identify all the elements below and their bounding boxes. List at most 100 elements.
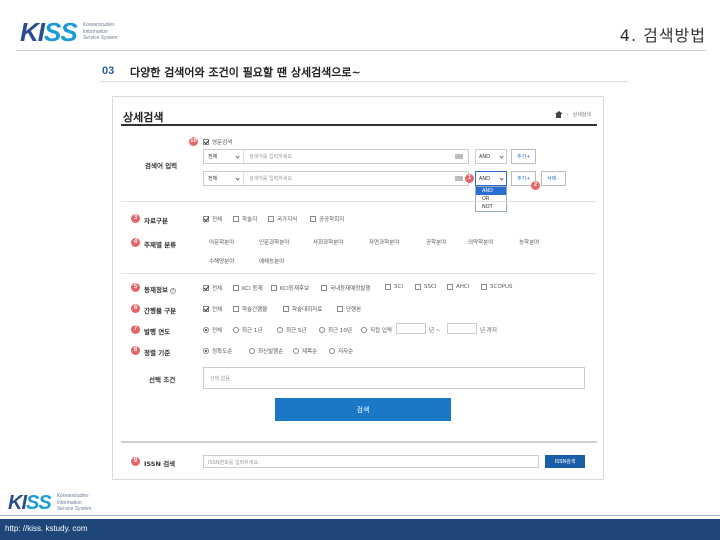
operator-option-not[interactable]: NOT: [476, 203, 506, 211]
checkbox[interactable]: [233, 285, 239, 291]
checkbox[interactable]: [310, 216, 316, 222]
publisher-option[interactable]: 학술간행물: [233, 305, 267, 313]
data-type-option[interactable]: 전체: [203, 215, 222, 223]
keyboard-icon[interactable]: [455, 176, 463, 181]
panel-title: 상세검색: [123, 111, 164, 124]
subject-item[interactable]: 자연과학분야: [369, 238, 399, 246]
checkbox[interactable]: [233, 216, 239, 222]
radio[interactable]: [203, 348, 209, 354]
radio[interactable]: [277, 327, 283, 333]
publisher-option[interactable]: 전체: [203, 305, 222, 313]
subject-item[interactable]: 인문과학분야: [259, 238, 289, 246]
checkbox[interactable]: [203, 306, 209, 312]
issn-label: ISSN 검색: [144, 460, 176, 468]
data-type-option[interactable]: 학술지: [233, 215, 257, 223]
index-option[interactable]: KCI 등재: [233, 284, 263, 292]
year-from-input[interactable]: [396, 323, 426, 334]
index-option[interactable]: SCOPUS: [481, 284, 513, 290]
year-option[interactable]: 최근 10년: [319, 326, 352, 334]
checkbox[interactable]: [447, 284, 453, 290]
radio[interactable]: [361, 327, 367, 333]
option-label: AHCI: [456, 284, 470, 290]
year-option[interactable]: 최근 1년: [233, 326, 262, 334]
sort-option[interactable]: 저자순: [329, 347, 353, 355]
query-input-1[interactable]: 검색어를 입력하세요.: [244, 153, 455, 160]
checkbox[interactable]: [385, 284, 391, 290]
subject-item[interactable]: 예체능분야: [259, 257, 284, 265]
checkbox[interactable]: [337, 306, 343, 312]
add-row-button[interactable]: 추가+: [511, 149, 537, 164]
operator-select-1[interactable]: AND: [475, 149, 507, 164]
panel-title-rule: [121, 124, 597, 126]
sort-option[interactable]: 최신발행순: [249, 347, 283, 355]
index-option[interactable]: KCI등재후보: [271, 284, 309, 292]
checkbox[interactable]: [203, 216, 209, 222]
year-option[interactable]: 전체: [203, 326, 222, 334]
subject-item[interactable]: 어문학분야: [209, 238, 234, 246]
slide: KISS Koreanstudies Information Service S…: [0, 0, 720, 540]
checkbox[interactable]: [271, 285, 277, 291]
data-type-option[interactable]: 공공학회지: [310, 215, 344, 223]
home-icon[interactable]: [554, 111, 563, 118]
checkbox[interactable]: [481, 284, 487, 290]
subject-item[interactable]: 의약학분야: [468, 238, 493, 246]
year-option[interactable]: 직접 입력: [361, 326, 392, 334]
operator-option-and[interactable]: AND: [476, 187, 506, 195]
publisher-option[interactable]: 학술대회자료: [283, 305, 322, 313]
radio[interactable]: [329, 348, 335, 354]
sort-option[interactable]: 정확도순: [203, 347, 232, 355]
option-label: 학술간행물: [242, 307, 268, 313]
slide-title: 4. 검색방법: [619, 26, 706, 45]
checkbox[interactable]: [415, 284, 421, 290]
radio[interactable]: [203, 327, 209, 333]
badge-1: 1: [465, 174, 474, 183]
query-label: 검색어 입력: [145, 162, 178, 170]
option-label: SCOPUS: [490, 284, 513, 290]
data-type-option[interactable]: 국가지식: [268, 215, 297, 223]
sort-option[interactable]: 제목순: [293, 347, 317, 355]
checkbox[interactable]: [233, 306, 239, 312]
divider: [121, 201, 597, 202]
radio[interactable]: [249, 348, 255, 354]
option-label: 국내등재예정발행: [330, 286, 371, 292]
logo-ss: SS: [44, 17, 78, 47]
radio[interactable]: [293, 348, 299, 354]
help-icon[interactable]: ?: [169, 288, 176, 294]
index-option[interactable]: SSCI: [415, 284, 436, 290]
year-option[interactable]: 최근 5년: [277, 326, 306, 334]
issn-search-button[interactable]: ISSN검색: [545, 455, 585, 468]
publisher-option[interactable]: 단행본: [337, 305, 361, 313]
radio[interactable]: [233, 327, 239, 333]
remove-row-button[interactable]: 삭제 -: [541, 171, 566, 186]
option-label: 국가지식: [277, 217, 298, 223]
checkbox[interactable]: [203, 285, 209, 291]
keyboard-icon[interactable]: [455, 154, 463, 159]
year-label: 발행 연도: [144, 328, 171, 336]
search-button[interactable]: 검색: [275, 398, 451, 421]
subject-item[interactable]: 사회과학분야: [313, 238, 343, 246]
footer-logo: KISS Koreanstudies Information Service S…: [8, 493, 91, 513]
checkbox[interactable]: [268, 216, 274, 222]
index-option[interactable]: 전체: [203, 284, 222, 292]
index-option[interactable]: SCI: [385, 284, 403, 290]
query-input-2[interactable]: 검색어를 입력하세요.: [244, 175, 455, 182]
option-label: 최신발행순: [258, 349, 284, 355]
year-to-input[interactable]: [447, 323, 477, 334]
condition-label: 선택 조건: [149, 376, 176, 384]
english-search-checkbox[interactable]: 영문검색: [203, 138, 232, 146]
english-search-box[interactable]: [203, 139, 209, 145]
subject-item[interactable]: 수해양분야: [209, 257, 234, 265]
operator-select-2[interactable]: AND: [475, 171, 507, 186]
subject-item[interactable]: 공학분야: [426, 238, 446, 246]
logo-ss: SS: [26, 492, 52, 514]
field-select-2[interactable]: 전체: [204, 172, 244, 185]
field-select-1[interactable]: 전체: [204, 150, 244, 163]
index-option[interactable]: 국내등재예정발행: [321, 284, 370, 292]
subject-item[interactable]: 농학분야: [519, 238, 539, 246]
index-option[interactable]: AHCI: [447, 284, 469, 290]
radio[interactable]: [319, 327, 325, 333]
issn-input[interactable]: ISSN번호를 입력하세요.: [203, 455, 539, 468]
checkbox[interactable]: [321, 285, 327, 291]
checkbox[interactable]: [283, 306, 289, 312]
footer-url[interactable]: http: //kiss. kstudy. com: [5, 524, 88, 533]
